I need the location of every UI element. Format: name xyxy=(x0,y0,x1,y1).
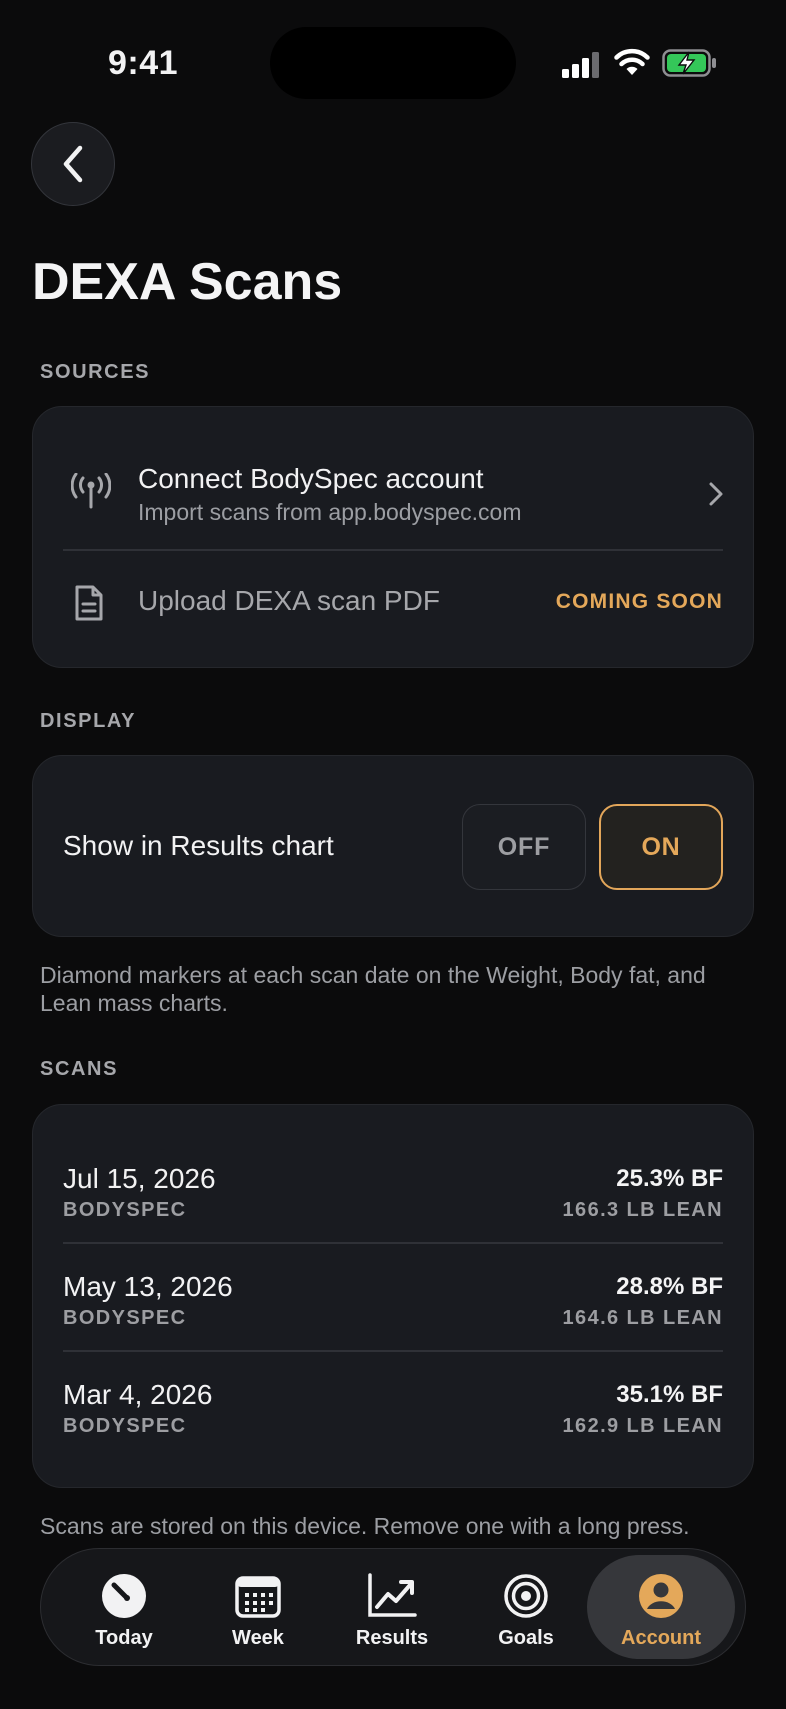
section-label-sources: SOURCES xyxy=(40,361,151,383)
tab-today[interactable]: Today xyxy=(57,1555,191,1659)
dynamic-island xyxy=(270,27,516,99)
show-in-results-label: Show in Results chart xyxy=(63,830,334,861)
coming-soon-badge: COMING SOON xyxy=(555,590,723,613)
display-helper-text: Diamond markers at each scan date on the… xyxy=(40,962,706,1016)
toggle-on-button[interactable]: ON xyxy=(599,804,723,890)
wifi-icon xyxy=(614,48,650,75)
scan-row[interactable]: Jul 15, 2026 BODYSPEC 25.3% BF 166.3 LB … xyxy=(33,1141,753,1249)
toggle-off-button[interactable]: OFF xyxy=(462,804,586,890)
scans-card: Jul 15, 2026 BODYSPEC 25.3% BF 166.3 LB … xyxy=(32,1104,754,1488)
section-label-scans: SCANS xyxy=(40,1058,119,1080)
scan-source: BODYSPEC xyxy=(63,1307,187,1329)
status-bar: 9:41 xyxy=(0,0,786,110)
scan-row[interactable]: May 13, 2026 BODYSPEC 28.8% BF 164.6 LB … xyxy=(33,1249,753,1357)
section-label-display: DISPLAY xyxy=(40,710,137,732)
target-icon xyxy=(504,1574,548,1618)
chevron-left-icon xyxy=(63,145,83,183)
cellular-signal-icon xyxy=(562,52,599,78)
trend-chart-icon xyxy=(368,1573,417,1617)
tab-week[interactable]: Week xyxy=(191,1555,325,1659)
scan-body-fat: 28.8% BF xyxy=(616,1273,723,1300)
tab-label: Goals xyxy=(498,1627,554,1649)
connect-bodyspec-title: Connect BodySpec account xyxy=(138,463,484,494)
scans-footer-text: Scans are stored on this device. Remove … xyxy=(40,1513,690,1539)
tab-label: Today xyxy=(95,1627,153,1649)
scan-date: May 13, 2026 xyxy=(63,1271,233,1302)
scan-date: Jul 15, 2026 xyxy=(63,1163,216,1194)
upload-pdf-title: Upload DEXA scan PDF xyxy=(138,585,440,616)
scan-lean-mass: 162.9 LB LEAN xyxy=(562,1415,723,1437)
scan-date: Mar 4, 2026 xyxy=(63,1379,213,1410)
status-time: 9:41 xyxy=(108,44,179,82)
tab-account[interactable]: Account xyxy=(587,1555,735,1659)
upload-pdf-row: Upload DEXA scan PDF COMING SOON xyxy=(33,550,753,668)
scan-divider xyxy=(63,1242,723,1244)
tab-goals[interactable]: Goals xyxy=(459,1555,593,1659)
tab-results[interactable]: Results xyxy=(325,1555,459,1659)
tab-label: Account xyxy=(621,1627,701,1649)
document-icon xyxy=(75,585,103,621)
calendar-icon xyxy=(235,1576,281,1618)
page-title: DEXA Scans xyxy=(32,253,343,311)
person-icon xyxy=(639,1574,683,1618)
scan-source: BODYSPEC xyxy=(63,1199,187,1221)
display-card: Show in Results chart OFF ON xyxy=(32,755,754,937)
tab-bar: Today Week Results Goals Account xyxy=(40,1548,746,1666)
chevron-right-icon xyxy=(709,482,723,506)
scan-row[interactable]: Mar 4, 2026 BODYSPEC 35.1% BF 162.9 LB L… xyxy=(33,1357,753,1465)
tab-label: Week xyxy=(232,1627,284,1649)
scan-source: BODYSPEC xyxy=(63,1415,187,1437)
tab-label: Results xyxy=(355,1627,429,1649)
connect-bodyspec-subtitle: Import scans from app.bodyspec.com xyxy=(138,499,522,525)
battery-charging-icon xyxy=(662,49,716,77)
sources-card: Connect BodySpec account Import scans fr… xyxy=(32,406,754,668)
antenna-signal-icon xyxy=(71,473,111,509)
back-button[interactable] xyxy=(31,122,115,206)
scan-lean-mass: 164.6 LB LEAN xyxy=(562,1307,723,1329)
scan-body-fat: 25.3% BF xyxy=(616,1165,723,1192)
connect-bodyspec-row[interactable]: Connect BodySpec account Import scans fr… xyxy=(33,407,753,549)
scan-divider xyxy=(63,1350,723,1352)
gauge-icon xyxy=(102,1574,146,1618)
scan-body-fat: 35.1% BF xyxy=(616,1381,723,1408)
scan-lean-mass: 166.3 LB LEAN xyxy=(562,1199,723,1221)
